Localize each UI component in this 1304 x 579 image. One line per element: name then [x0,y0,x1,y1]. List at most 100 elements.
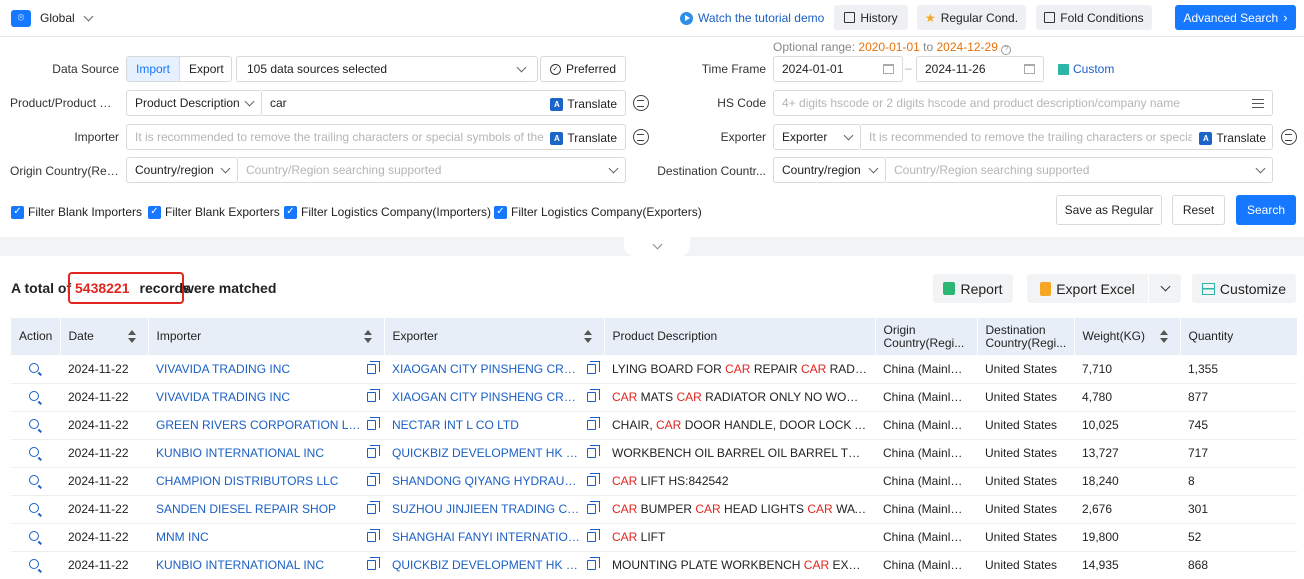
customize-button[interactable]: Customize [1192,274,1296,303]
product-type-select[interactable]: Product Description [126,90,262,116]
exporter-list-icon[interactable] [1281,129,1297,145]
custom-range-button[interactable]: Custom [1058,62,1114,76]
exporter-link[interactable]: QUICKBIZ DEVELOPMENT HK LIMI... [392,446,583,460]
header-importer[interactable]: Importer [148,318,385,355]
exporter-type-select[interactable]: Exporter [773,124,861,150]
scope-selector[interactable]: Global [40,11,94,25]
filter-blank-importers-checkbox[interactable]: ✓ Filter Blank Importers [11,205,142,219]
origin-type-select[interactable]: Country/region [126,157,238,183]
exporter-cell: SUZHOU JINJIEEN TRADING CO L... [384,495,604,524]
copy-icon[interactable] [587,557,600,570]
product-input[interactable]: car A Translate [262,90,626,116]
preferred-button[interactable]: ✓ Preferred [540,56,626,82]
filter-blank-exporters-checkbox[interactable]: ✓ Filter Blank Exporters [148,205,280,219]
action-cell [11,495,60,524]
customize-label: Customize [1219,280,1287,297]
destination-input[interactable]: Country/Region searching supported [886,157,1273,183]
exporter-link[interactable]: SHANGHAI FANYI INTERNATIONAL [392,530,583,544]
copy-icon[interactable] [587,473,600,486]
filter-logistics-exporters-checkbox[interactable]: ✓ Filter Logistics Company(Exporters) [494,205,702,219]
copy-icon[interactable] [367,473,380,486]
search-icon[interactable] [29,419,39,429]
tutorial-link[interactable]: Watch the tutorial demo [680,11,824,25]
copy-icon[interactable] [587,529,600,542]
import-option[interactable]: Import [127,57,181,81]
export-option[interactable]: Export [180,57,231,81]
copy-icon[interactable] [587,417,600,430]
reset-button[interactable]: Reset [1172,195,1225,225]
copy-icon[interactable] [367,501,380,514]
importer-link[interactable]: KUNBIO INTERNATIONAL INC [156,446,324,460]
header-weight-label: Weight(KG) [1082,329,1145,343]
header-weight[interactable]: Weight(KG) [1074,318,1181,355]
export-options-dropdown[interactable] [1149,274,1181,303]
sort-icon[interactable] [127,330,136,344]
importer-link[interactable]: KUNBIO INTERNATIONAL INC [156,558,324,572]
importer-link[interactable]: CHAMPION DISTRIBUTORS LLC [156,474,338,488]
filter-logistics-importers-checkbox[interactable]: ✓ Filter Logistics Company(Importers) [284,205,491,219]
search-icon[interactable] [29,531,39,541]
search-icon[interactable] [29,391,39,401]
list-icon[interactable] [1252,98,1264,108]
header-date[interactable]: Date [60,318,149,355]
start-date-input[interactable]: 2024-01-01 [773,56,903,82]
search-icon[interactable] [29,362,39,373]
importer-link[interactable]: VIVAVIDA TRADING INC [156,362,290,376]
importer-link[interactable]: MNM INC [156,530,209,544]
history-button[interactable]: History [834,5,908,30]
fold-conditions-button[interactable]: Fold Conditions [1036,5,1152,30]
copy-icon[interactable] [587,445,600,458]
search-icon[interactable] [29,559,39,569]
copy-icon[interactable] [587,501,600,514]
search-term-highlight: CAR [800,361,827,376]
data-sources-select[interactable]: 105 data sources selected [236,56,538,82]
sort-icon[interactable] [363,330,372,344]
search-icon[interactable] [29,475,39,485]
regular-cond-button[interactable]: ★ Regular Cond. [917,5,1026,30]
importer-link[interactable]: SANDEN DIESEL REPAIR SHOP [156,502,336,516]
exporter-link[interactable]: NECTAR INT L CO LTD [392,418,519,432]
sort-icon[interactable] [1159,330,1168,344]
help-icon[interactable]: ? [1001,45,1012,55]
globe-icon[interactable]: ⌾ [11,10,31,27]
importer-link[interactable]: VIVAVIDA TRADING INC [156,390,290,404]
exporter-link[interactable]: SUZHOU JINJIEEN TRADING CO L... [392,502,583,516]
report-button[interactable]: Report [933,274,1013,303]
importer-link[interactable]: GREEN RIVERS CORPORATION LLC [156,418,363,432]
copy-icon[interactable] [367,389,380,402]
search-term-highlight: CAR [695,502,721,516]
export-excel-button[interactable]: Export Excel [1027,274,1148,303]
copy-icon[interactable] [367,529,380,542]
translate-button[interactable]: A Translate [550,94,617,114]
exporter-link[interactable]: XIAOGAN CITY PINSHENG CROSS ... [392,390,583,404]
search-icon[interactable] [29,503,39,513]
sort-icon[interactable] [583,330,592,344]
copy-icon[interactable] [367,445,380,458]
exporter-link[interactable]: QUICKBIZ DEVELOPMENT HK LIMI... [392,558,583,572]
origin-input[interactable]: Country/Region searching supported [238,157,626,183]
translate-button[interactable]: A Translate [547,128,617,148]
search-icon[interactable] [29,447,39,457]
importer-input[interactable]: It is recommended to remove the trailing… [126,124,626,150]
exporter-link[interactable]: XIAOGAN CITY PINSHENG CROSS ... [392,362,583,376]
copy-icon[interactable] [587,360,600,374]
header-exporter[interactable]: Exporter [384,318,605,355]
translate-button[interactable]: A Translate [1196,128,1266,148]
copy-icon[interactable] [587,389,600,402]
save-as-regular-button[interactable]: Save as Regular [1056,195,1162,225]
advanced-search-button[interactable]: Advanced Search › [1175,5,1296,30]
search-button[interactable]: Search [1236,195,1296,225]
product-list-icon[interactable] [633,95,649,111]
collapse-toggle[interactable] [624,237,690,256]
copy-icon[interactable] [367,557,380,570]
exporter-input[interactable]: It is recommended to remove the trailing… [861,124,1273,150]
date-separator: – [905,61,912,75]
hs-code-input[interactable]: 4+ digits hscode or 2 digits hscode and … [773,90,1273,116]
end-date-input[interactable]: 2024-11-26 [916,56,1044,82]
importer-list-icon[interactable] [633,129,649,145]
destination-type-select[interactable]: Country/region [773,157,886,183]
product-text: CAR BUMPER CAR HEAD LIGHTS CAR WATER TA.… [612,502,875,516]
copy-icon[interactable] [367,360,380,374]
copy-icon[interactable] [367,417,380,430]
exporter-link[interactable]: SHANDONG QIYANG HYDRAULIC ... [392,474,583,488]
